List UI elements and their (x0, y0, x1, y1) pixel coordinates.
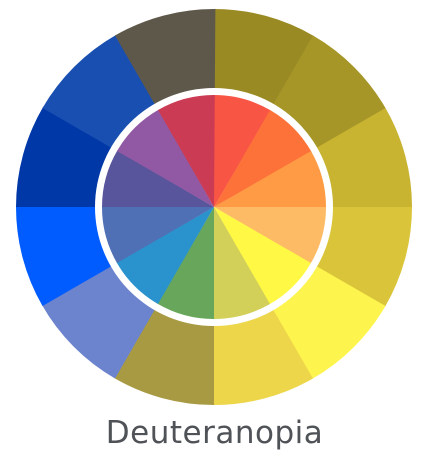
caption-title: Deuteranopia (105, 415, 324, 451)
inner-disc (102, 95, 327, 319)
color-wheel (16, 9, 413, 406)
